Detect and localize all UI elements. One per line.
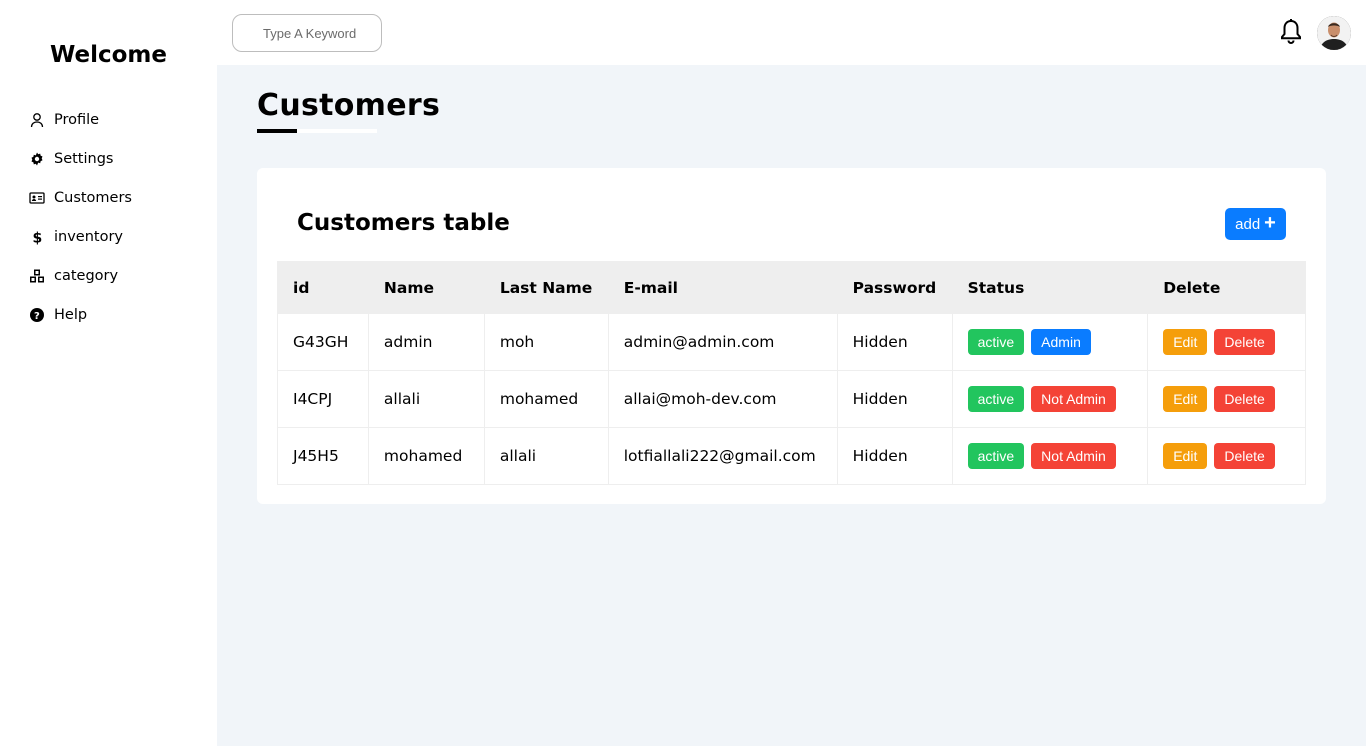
plus-icon: + — [1264, 212, 1276, 234]
cell-actions: Edit Delete — [1147, 427, 1306, 485]
status-badge: active — [967, 443, 1025, 469]
dollar-icon: $ — [28, 228, 46, 246]
sidebar: Welcome Profile Settings Customers $ inv… — [0, 0, 217, 746]
sidebar-item-settings[interactable]: Settings — [28, 139, 132, 178]
column-header-name: Name — [367, 261, 485, 314]
cell-email: allai@moh-dev.com — [607, 370, 838, 428]
gear-icon — [28, 150, 46, 168]
sidebar-item-help[interactable]: ? Help — [28, 295, 132, 334]
cell-email: lotfiallali222@gmail.com — [607, 427, 838, 485]
column-header-last-name: Last Name — [483, 261, 609, 314]
cell-name: admin — [367, 313, 485, 371]
sidebar-item-customers[interactable]: Customers — [28, 178, 132, 217]
column-header-id: id — [277, 261, 369, 314]
cell-name: allali — [367, 370, 485, 428]
column-header-status: Status — [951, 261, 1149, 314]
sidebar-brand: Welcome — [49, 42, 168, 68]
id-card-icon — [28, 189, 46, 207]
search-input[interactable] — [232, 14, 382, 52]
sidebar-item-label: Settings — [54, 150, 114, 167]
sidebar-item-profile[interactable]: Profile — [28, 100, 132, 139]
sidebar-item-label: Customers — [54, 189, 132, 206]
customers-table: id Name Last Name E-mail Password Status… — [277, 261, 1306, 485]
cell-id: I4CPJ — [277, 370, 369, 428]
cubes-icon — [28, 267, 46, 285]
cell-password: Hidden — [836, 427, 953, 485]
user-icon — [28, 111, 46, 129]
cell-last-name: moh — [483, 313, 609, 371]
column-header-delete: Delete — [1147, 261, 1306, 314]
sidebar-item-category[interactable]: category — [28, 256, 132, 295]
role-badge: Admin — [1031, 329, 1091, 355]
edit-button[interactable]: Edit — [1163, 443, 1208, 469]
svg-text:$: $ — [33, 230, 43, 245]
sidebar-item-label: Help — [54, 306, 88, 323]
edit-button[interactable]: Edit — [1163, 329, 1208, 355]
page-title: Customers — [257, 88, 441, 123]
delete-button[interactable]: Delete — [1214, 329, 1275, 355]
cell-email: admin@admin.com — [607, 313, 838, 371]
cell-status: active Not Admin — [951, 370, 1149, 428]
table-header-row: id Name Last Name E-mail Password Status… — [277, 261, 1306, 314]
add-button[interactable]: add + — [1225, 208, 1286, 240]
edit-button[interactable]: Edit — [1163, 386, 1208, 412]
delete-button[interactable]: Delete — [1214, 443, 1275, 469]
role-badge: Not Admin — [1031, 443, 1116, 469]
sidebar-item-label: inventory — [54, 228, 124, 245]
question-circle-icon: ? — [28, 306, 46, 324]
role-badge: Not Admin — [1031, 386, 1116, 412]
table-row: I4CPJ allali mohamed allai@moh-dev.com H… — [277, 370, 1306, 428]
status-badge: active — [967, 386, 1025, 412]
status-badge: active — [967, 329, 1025, 355]
column-header-password: Password — [836, 261, 953, 314]
cell-name: mohamed — [367, 427, 485, 485]
delete-button[interactable]: Delete — [1214, 386, 1275, 412]
cell-password: Hidden — [836, 370, 953, 428]
table-row: J45H5 mohamed allali lotfiallali222@gmai… — [277, 427, 1306, 485]
sidebar-nav: Profile Settings Customers $ inventory c… — [28, 100, 132, 334]
cell-actions: Edit Delete — [1147, 370, 1306, 428]
sidebar-item-label: category — [54, 267, 119, 284]
topbar — [217, 0, 1366, 65]
table-row: G43GH admin moh admin@admin.com Hidden a… — [277, 313, 1306, 371]
add-button-label: add — [1235, 215, 1261, 233]
cell-id: G43GH — [277, 313, 369, 371]
sidebar-item-inventory[interactable]: $ inventory — [28, 217, 132, 256]
cell-password: Hidden — [836, 313, 953, 371]
cell-status: active Not Admin — [951, 427, 1149, 485]
title-underline-accent — [257, 129, 297, 133]
bell-icon[interactable] — [1279, 18, 1303, 46]
column-header-email: E-mail — [607, 261, 838, 314]
cell-status: active Admin — [951, 313, 1149, 371]
cell-id: J45H5 — [277, 427, 369, 485]
card-title: Customers table — [297, 210, 510, 236]
cell-actions: Edit Delete — [1147, 313, 1306, 371]
cell-last-name: allali — [483, 427, 609, 485]
sidebar-item-label: Profile — [54, 111, 100, 128]
svg-text:?: ? — [34, 311, 40, 322]
customers-card: Customers table add + id Name Last Name … — [257, 168, 1326, 504]
cell-last-name: mohamed — [483, 370, 609, 428]
avatar[interactable] — [1317, 16, 1351, 50]
